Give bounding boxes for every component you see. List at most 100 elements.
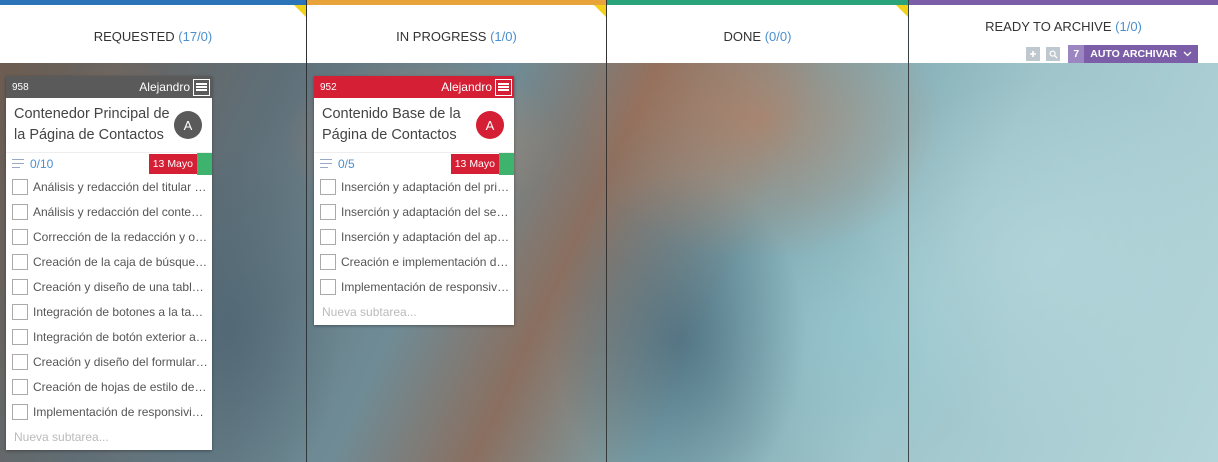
subtask-checkbox[interactable] [320, 203, 336, 220]
due-date-badge[interactable]: 13 Mayo [148, 153, 197, 174]
hamburger-menu-icon[interactable] [495, 78, 512, 96]
subtask-label: Integración de botón exterior a la tabla [33, 329, 212, 344]
subtask-item[interactable]: Creación y diseño del formulario de cont… [6, 349, 212, 374]
column-title: IN PROGRESS (1/0) [396, 29, 517, 44]
card-meta: 0/5 13 Mayo [314, 152, 514, 175]
card-header: 958 Alejandro [6, 76, 212, 98]
subtask-item[interactable]: Implementación de responsividad [6, 399, 212, 424]
subtask-list: Análisis y redacción del titular de la p… [6, 174, 212, 424]
subtask-item[interactable]: Integración de botón exterior a la tabla [6, 324, 212, 349]
card-title: Contenido Base de la Página de Contactos [322, 106, 461, 143]
due-date-badge[interactable]: 13 Mayo [450, 153, 499, 174]
subtask-checkbox[interactable] [12, 353, 28, 370]
subtask-item[interactable]: Inserción y adaptación del apartado fina… [314, 224, 514, 249]
column-title: READY TO ARCHIVE (1/0) [985, 19, 1142, 34]
task-card-958[interactable]: 958 Alejandro Contenedor Principal de la… [6, 76, 212, 450]
column-done: DONE (0/0) [607, 0, 909, 462]
subtask-checkbox[interactable] [320, 228, 336, 245]
subtask-item[interactable]: Creación e implementación de estilos [314, 249, 514, 274]
subtask-item[interactable]: Creación de hojas de estilo del contened… [6, 374, 212, 399]
plus-icon[interactable] [1026, 47, 1041, 61]
column-title: DONE (0/0) [723, 29, 792, 44]
corner-flag-icon [594, 5, 606, 17]
subtask-checkbox[interactable] [12, 228, 28, 245]
subtask-label: Integración de botones a la tabla de con… [33, 304, 212, 319]
new-subtask-input[interactable]: Nueva subtarea... [6, 424, 212, 450]
subtask-item[interactable]: Creación de la caja de búsqueda [6, 249, 212, 274]
subtask-label: Creación de hojas de estilo del contened… [33, 379, 212, 394]
subtask-label: Creación de la caja de búsqueda [33, 254, 209, 269]
subtask-item[interactable]: Inserción y adaptación del primer bloque [314, 174, 514, 199]
subtask-checkbox[interactable] [12, 178, 28, 195]
subtask-progress[interactable]: 0/5 [314, 157, 451, 171]
archive-toolbar: 7 AUTO ARCHIVAR [1026, 45, 1198, 63]
subtask-label: Corrección de la redacción y ortografía [33, 229, 212, 244]
column-in-progress: IN PROGRESS (1/0) 952 Alejandro Contenid… [307, 0, 607, 462]
subtask-item[interactable]: Creación y diseño de una tabla de contac… [6, 274, 212, 299]
subtask-checkbox[interactable] [12, 328, 28, 345]
card-assignee[interactable]: Alejandro [441, 80, 492, 94]
subtask-item[interactable]: Corrección de la redacción y ortografía [6, 224, 212, 249]
subtask-label: Inserción y adaptación del apartado fina… [341, 229, 514, 244]
subtask-checkbox[interactable] [12, 378, 28, 395]
column-ready-to-archive: READY TO ARCHIVE (1/0) 7 AUTO ARCHIVAR [909, 0, 1218, 462]
subtask-item[interactable]: Implementación de responsividad [314, 274, 514, 299]
status-color-tab [499, 152, 514, 175]
search-icon[interactable] [1046, 47, 1061, 61]
column-count: (1/0) [1115, 19, 1142, 34]
column-header-requested[interactable]: REQUESTED (17/0) [0, 0, 306, 63]
subtask-label: Inserción y adaptación del segundo bloqu… [341, 204, 514, 219]
checklist-icon [12, 158, 26, 169]
avatar[interactable]: A [174, 111, 202, 139]
subtask-item[interactable]: Integración de botones a la tabla de con… [6, 299, 212, 324]
corner-flag-icon [294, 5, 306, 17]
subtask-item[interactable]: Análisis y redacción del contenido de la… [6, 199, 212, 224]
card-header: 952 Alejandro [314, 76, 514, 98]
corner-flag-icon [896, 5, 908, 17]
subtask-checkbox[interactable] [12, 278, 28, 295]
auto-archive-days: 7 [1068, 45, 1085, 63]
subtask-checkbox[interactable] [12, 403, 28, 420]
subtask-list: Inserción y adaptación del primer bloque… [314, 174, 514, 299]
card-title: Contenedor Principal de la Página de Con… [14, 106, 170, 143]
subtask-checkbox[interactable] [320, 278, 336, 295]
subtask-label: Creación y diseño de una tabla de contac… [33, 279, 212, 294]
subtask-checkbox[interactable] [12, 303, 28, 320]
task-card-952[interactable]: 952 Alejandro Contenido Base de la Págin… [314, 76, 514, 325]
hamburger-menu-icon[interactable] [193, 78, 210, 96]
column-requested: REQUESTED (17/0) 958 Alejandro Contenedo… [0, 0, 307, 462]
subtask-label: Creación y diseño del formulario de cont… [33, 354, 212, 369]
progress-count: 0/10 [30, 156, 54, 171]
column-count: (1/0) [490, 29, 517, 44]
auto-archive-label: AUTO ARCHIVAR [1090, 48, 1177, 60]
column-count: (0/0) [764, 29, 792, 44]
subtask-progress[interactable]: 0/10 [6, 157, 149, 171]
checklist-icon [320, 158, 334, 169]
subtask-checkbox[interactable] [12, 253, 28, 270]
subtask-checkbox[interactable] [320, 253, 336, 270]
auto-archive-button[interactable]: 7 AUTO ARCHIVAR [1068, 45, 1198, 63]
column-header-ready-to-archive[interactable]: READY TO ARCHIVE (1/0) 7 AUTO ARCHIVAR [909, 0, 1218, 63]
new-subtask-input[interactable]: Nueva subtarea... [314, 299, 514, 325]
card-title-block[interactable]: Contenedor Principal de la Página de Con… [6, 98, 212, 152]
column-header-in-progress[interactable]: IN PROGRESS (1/0) [307, 0, 606, 63]
subtask-checkbox[interactable] [320, 178, 336, 195]
card-title-block[interactable]: Contenido Base de la Página de Contactos… [314, 98, 514, 152]
card-id: 952 [320, 81, 337, 93]
subtask-item[interactable]: Inserción y adaptación del segundo bloqu… [314, 199, 514, 224]
card-assignee[interactable]: Alejandro [139, 80, 190, 94]
column-title: REQUESTED (17/0) [93, 29, 213, 44]
subtask-label: Análisis y redacción del contenido de la… [33, 204, 212, 219]
subtask-label: Inserción y adaptación del primer bloque [341, 179, 514, 194]
subtask-label: Implementación de responsividad [33, 404, 212, 419]
subtask-label: Implementación de responsividad [341, 279, 514, 294]
subtask-item[interactable]: Análisis y redacción del titular de la p… [6, 174, 212, 199]
subtask-label: Análisis y redacción del titular de la p… [33, 179, 212, 194]
card-id: 958 [12, 81, 29, 93]
chevron-down-icon[interactable] [1183, 48, 1198, 60]
card-meta: 0/10 13 Mayo [6, 152, 212, 175]
progress-count: 0/5 [338, 156, 355, 171]
subtask-checkbox[interactable] [12, 203, 28, 220]
avatar[interactable]: A [476, 111, 504, 139]
column-header-done[interactable]: DONE (0/0) [607, 0, 908, 63]
